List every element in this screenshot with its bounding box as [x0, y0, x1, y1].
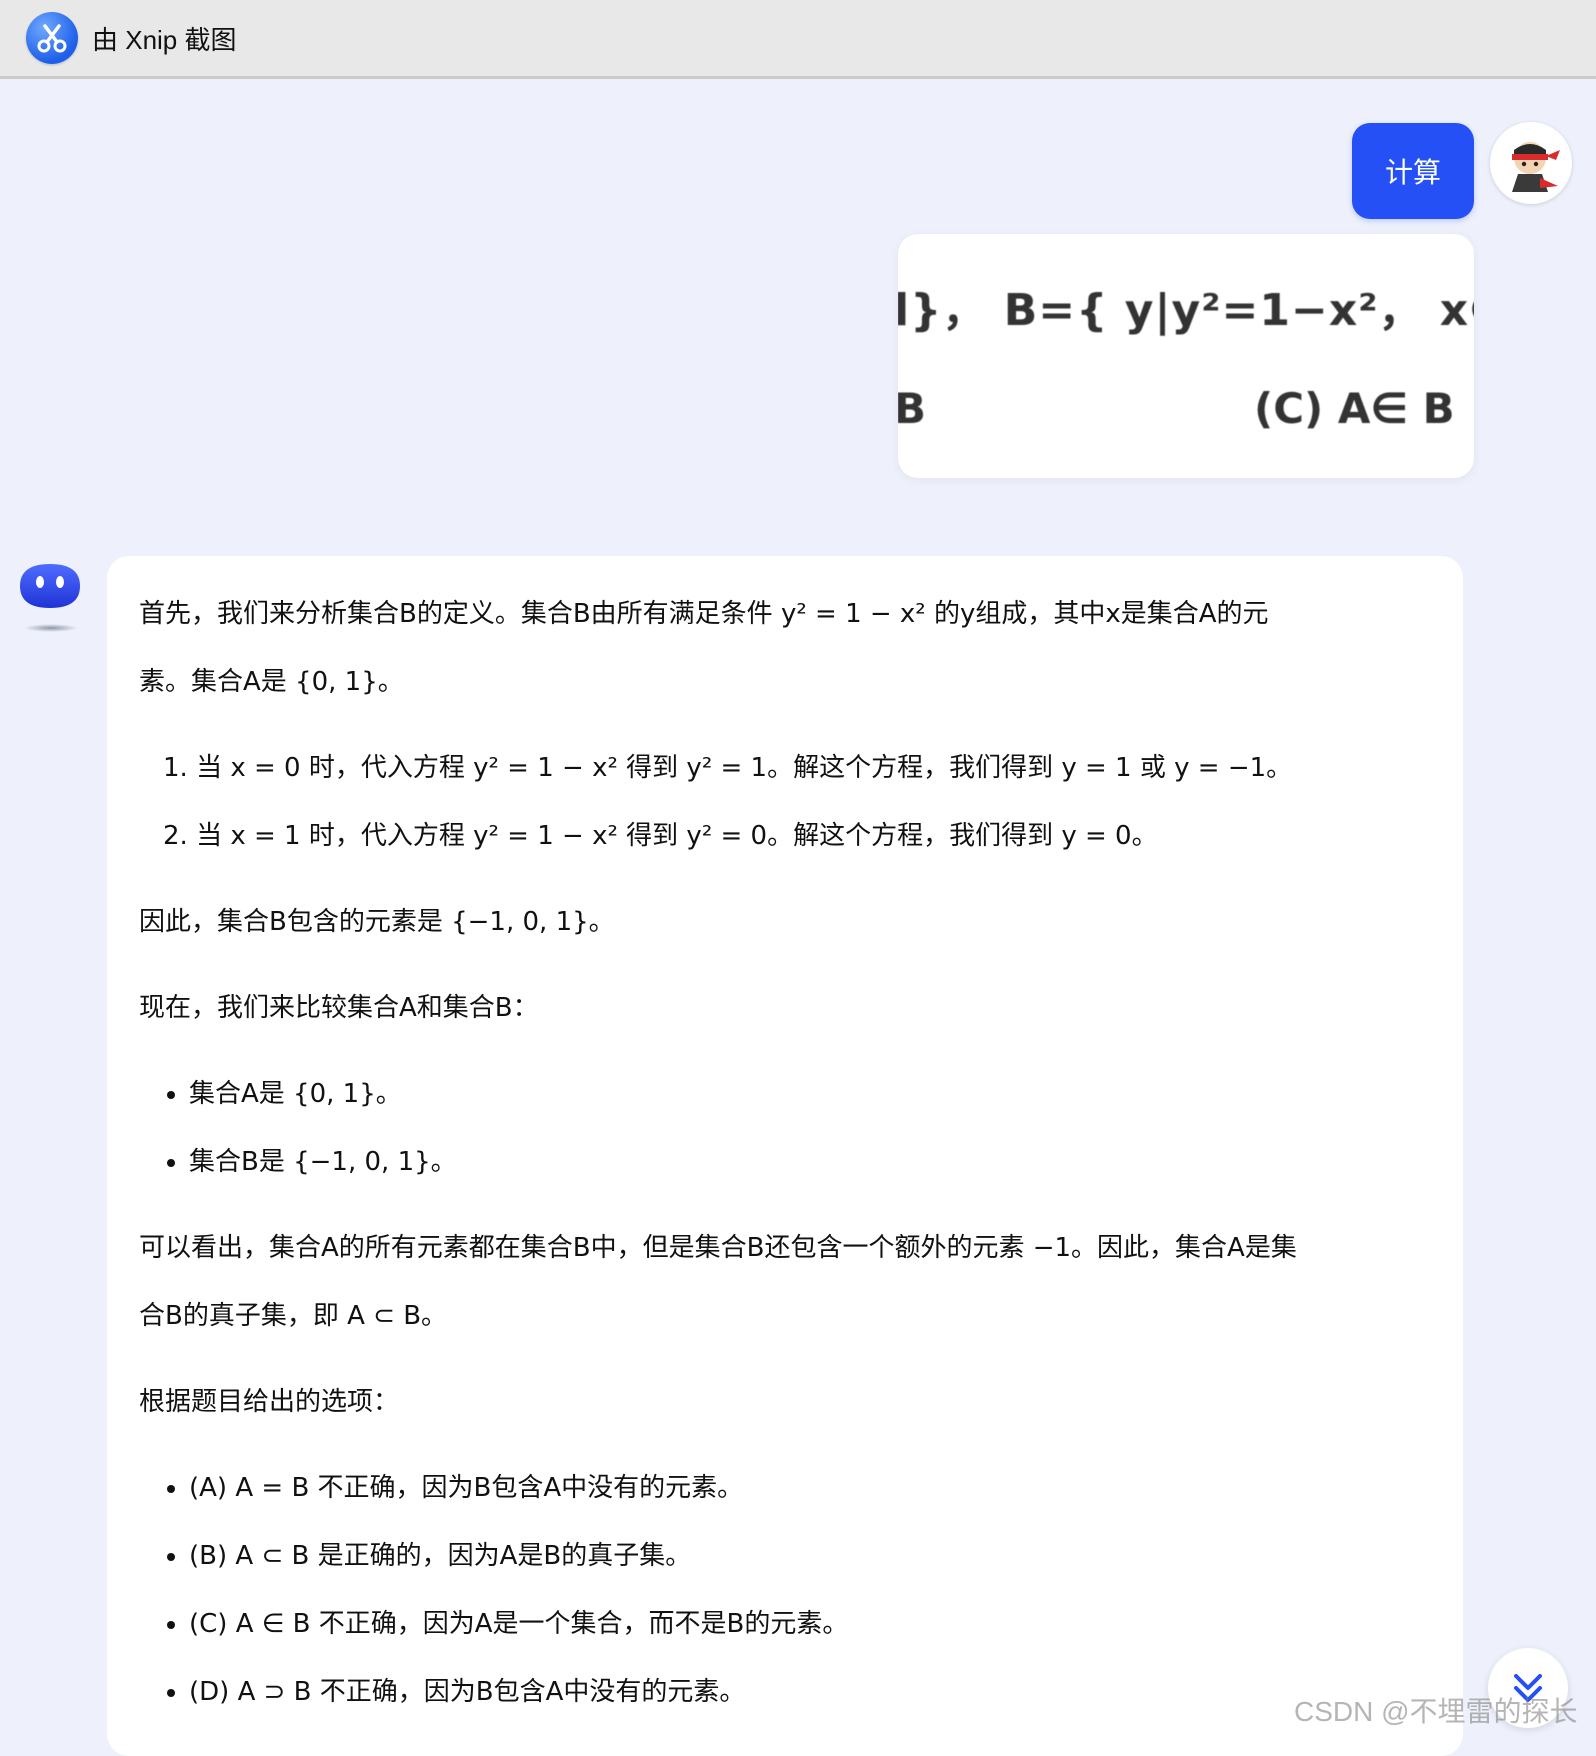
paragraph: 可以看出，集合A的所有元素都在集合B中，但是集合B还包含一个额外的元素 −1。因… — [139, 1233, 1297, 1263]
list-item: 集合A是 {0, 1}。 — [189, 1060, 1439, 1128]
image-text-line: B — [898, 384, 927, 433]
paragraph: 现在，我们来比较集合A和集合B： — [139, 993, 539, 1023]
bot-face-icon — [14, 556, 86, 628]
list-item: 1. 当 x = 0 时，代入方程 y² = 1 − x² 得到 y² = 1。… — [163, 753, 1293, 783]
compare-list: 集合A是 {0, 1}。 集合B是 {−1, 0, 1}。 — [139, 1060, 1439, 1196]
paragraph: 因此，集合B包含的元素是 {−1, 0, 1}。 — [139, 907, 615, 937]
user-message-bubble[interactable]: 计算 — [1352, 123, 1474, 219]
bot-avatar-shadow — [24, 624, 78, 632]
list-item: 2. 当 x = 1 时，代入方程 y² = 1 − x² 得到 y² = 0。… — [163, 821, 1158, 851]
image-text-line: l}， B={ y|y²=1−x²， x∈A} — [898, 285, 1474, 336]
paragraph: 首先，我们来分析集合B的定义。集合B由所有满足条件 y² = 1 − x² 的y… — [139, 599, 1269, 629]
steps-list: 1. 当 x = 0 时，代入方程 y² = 1 − x² 得到 y² = 1。… — [139, 734, 1439, 870]
bot-message-content: 首先，我们来分析集合B的定义。集合B由所有满足条件 y² = 1 − x² 的y… — [139, 580, 1439, 1726]
list-item: 集合B是 {−1, 0, 1}。 — [189, 1128, 1439, 1196]
xnip-scissors-icon — [26, 12, 78, 64]
window-titlebar: 由 Xnip 截图 — [0, 0, 1596, 79]
paragraph: 根据题目给出的选项： — [139, 1387, 400, 1417]
window-title: 由 Xnip 截图 — [92, 24, 237, 55]
list-item: (C) A ∈ B 不正确，因为A是一个集合，而不是B的元素。 — [189, 1590, 1439, 1658]
bot-message-card: 首先，我们来分析集合B的定义。集合B由所有满足条件 y² = 1 − x² 的y… — [107, 556, 1463, 1756]
paragraph: 合B的真子集，即 A ⊂ B。 — [139, 1301, 448, 1331]
list-item: (B) A ⊂ B 是正确的，因为A是B的真子集。 — [189, 1522, 1439, 1590]
paragraph: 素。集合A是 {0, 1}。 — [139, 667, 404, 697]
options-list: (A) A = B 不正确，因为B包含A中没有的元素。 (B) A ⊂ B 是正… — [139, 1454, 1439, 1726]
watermark: CSDN @不埋雷的探长 — [1294, 1696, 1578, 1727]
ninja-avatar-icon[interactable] — [1490, 122, 1572, 204]
list-item: (D) A ⊃ B 不正确，因为B包含A中没有的元素。 — [189, 1658, 1439, 1726]
list-item: (A) A = B 不正确，因为B包含A中没有的元素。 — [189, 1454, 1439, 1522]
image-text-line: (C) A∈ B — [1254, 384, 1455, 433]
user-image-attachment[interactable]: l}， B={ y|y²=1−x²， x∈A} B (C) A∈ B — [898, 234, 1474, 478]
